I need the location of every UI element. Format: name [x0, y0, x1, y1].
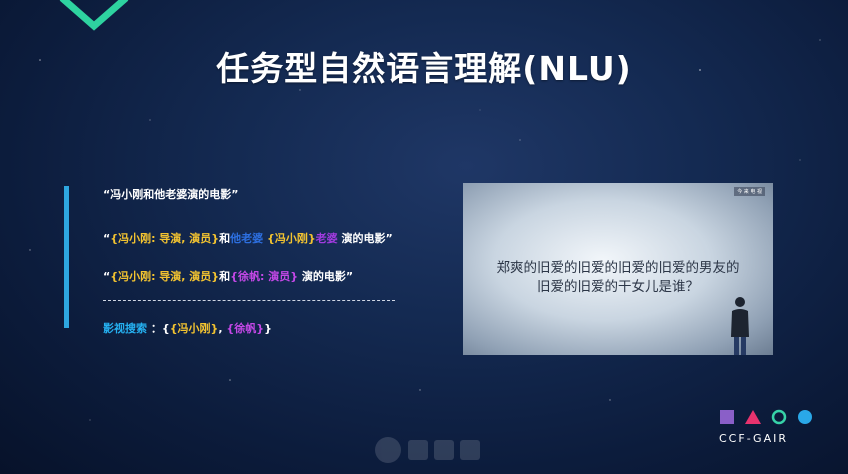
example-parse-step2: “{冯小刚: 导演, 演员}和{徐帆: 演员} 演的电影” [103, 268, 353, 284]
slot-director: {冯小刚} [169, 322, 219, 335]
conference-logo-text: CCF-GAIR [719, 432, 788, 445]
entity-director: {冯小刚: 导演, 演员} [110, 270, 220, 283]
query-suffix: 演的电影” [341, 232, 393, 245]
video-subtitle-line1: 郑爽的旧爱的旧爱的旧爱的旧爱的男友的 [496, 260, 740, 276]
video-frame: 今 来 电 视 郑爽的旧爱的旧爱的旧爱的旧爱的男友的 旧爱的旧爱的干女儿是谁？ [463, 183, 773, 355]
relation-phrase: 他老婆 [230, 232, 264, 245]
tv-channel-logo: 今 来 电 视 [734, 187, 765, 196]
slot-actress: {徐帆} [226, 322, 265, 335]
slide-title: 任务型自然语言理解(NLU) [216, 49, 632, 88]
presenter-figure [731, 297, 749, 355]
intent-label: 影视搜索 [103, 322, 147, 335]
accent-bar [64, 186, 69, 328]
example-result: 影视搜索 ：{{冯小刚}, {徐帆}} [103, 320, 272, 336]
example-query: “冯小刚和他老婆演的电影” [103, 188, 239, 201]
video-subtitle-line2: 旧爱的旧爱的干女儿是谁？ [537, 279, 699, 295]
conference-logo-shapes [720, 409, 812, 425]
conjunction: 和 [219, 232, 231, 245]
slot-close: } [264, 322, 272, 335]
entity-director: {冯小刚: 导演, 演员} [110, 232, 220, 245]
watermark-icon [375, 437, 480, 463]
divider [103, 300, 395, 301]
conjunction: 和 [219, 270, 231, 283]
query-suffix: 演的电影” [301, 270, 354, 283]
example-parse-step1: “{冯小刚: 导演, 演员}和他老婆 {冯小刚}老婆 演的电影” [103, 230, 393, 246]
slot-separator: , [218, 322, 223, 335]
slot-open: ：{ [150, 322, 170, 335]
relation-wife: 老婆 [315, 232, 338, 245]
chevron-down-icon [59, 0, 129, 31]
entity-actress: {徐帆: 演员} [230, 270, 299, 283]
entity-subject: {冯小刚} [266, 232, 316, 245]
